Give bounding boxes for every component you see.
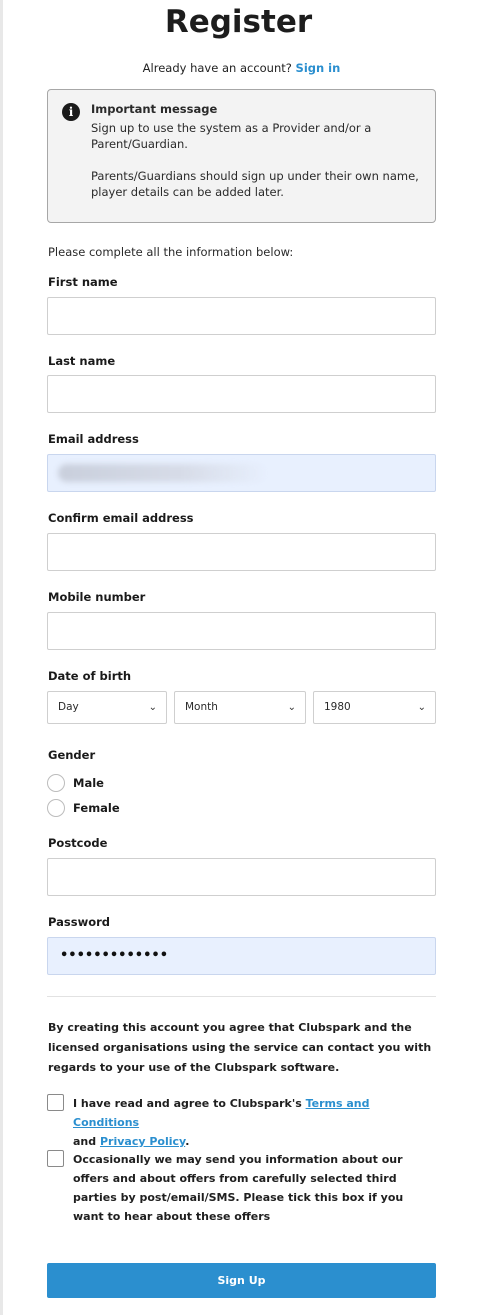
dob-day-select[interactable]: Day ⌄ [47,691,167,724]
chevron-down-icon: ⌄ [148,702,157,713]
divider [47,996,436,997]
female-radio[interactable] [47,799,65,817]
postcode-input[interactable] [47,858,436,896]
signin-prompt-text: Already have an account? [142,61,292,75]
terms-checkbox[interactable] [47,1094,64,1111]
terms-consent-text: I have read and agree to Clubspark's Ter… [73,1094,433,1151]
last-name-input[interactable] [47,375,436,413]
dob-year-select[interactable]: 1980 ⌄ [313,691,436,724]
email-label: Email address [48,432,139,446]
privacy-policy-link[interactable]: Privacy Policy [100,1135,185,1148]
chevron-down-icon: ⌄ [417,702,426,713]
chevron-down-icon: ⌄ [287,702,296,713]
male-radio[interactable] [47,774,65,792]
terms-consent-row: I have read and agree to Clubspark's Ter… [47,1094,437,1148]
dob-month-select[interactable]: Month ⌄ [174,691,306,724]
dob-month-value: Month [185,701,218,713]
consent-statement: By creating this account you agree that … [48,1021,432,1074]
signin-prompt: Already have an account? Sign in [0,61,477,75]
mobile-label: Mobile number [48,590,146,604]
dob-label: Date of birth [48,669,132,683]
signin-link[interactable]: Sign in [296,61,341,75]
page-border [0,0,3,1315]
confirm-email-input[interactable] [47,533,436,571]
redacted-email-blur [58,464,268,482]
postcode-label: Postcode [48,836,108,850]
gender-label: Gender [48,748,96,762]
notice-title: Important message [91,102,218,116]
page-title: Register [164,4,313,40]
terms-and: and [73,1135,100,1148]
dob-day-value: Day [58,701,79,713]
offers-checkbox[interactable] [47,1150,64,1167]
first-name-label: First name [48,275,118,289]
male-radio-label: Male [73,776,104,790]
first-name-input[interactable] [47,297,436,335]
mobile-input[interactable] [47,612,436,650]
password-masked-value: ••••••••••••• [60,948,169,963]
form-intro: Please complete all the information belo… [48,245,294,259]
dob-year-value: 1980 [324,701,351,713]
female-radio-label: Female [73,801,120,815]
info-icon: i [62,103,80,121]
important-message-box: i Important message Sign up to use the s… [47,89,436,223]
confirm-email-label: Confirm email address [48,511,194,525]
notice-line-1: Sign up to use the system as a Provider … [91,121,372,151]
password-label: Password [48,915,110,929]
notice-line-2: Parents/Guardians should sign up under t… [91,169,419,199]
terms-prefix: I have read and agree to Clubspark's [73,1097,306,1110]
terms-suffix: . [185,1135,190,1148]
offers-consent-row: Occasionally we may send you information… [47,1150,437,1230]
last-name-label: Last name [48,354,116,368]
sign-up-button[interactable]: Sign Up [47,1263,436,1298]
offers-consent-text: Occasionally we may send you information… [73,1153,404,1223]
